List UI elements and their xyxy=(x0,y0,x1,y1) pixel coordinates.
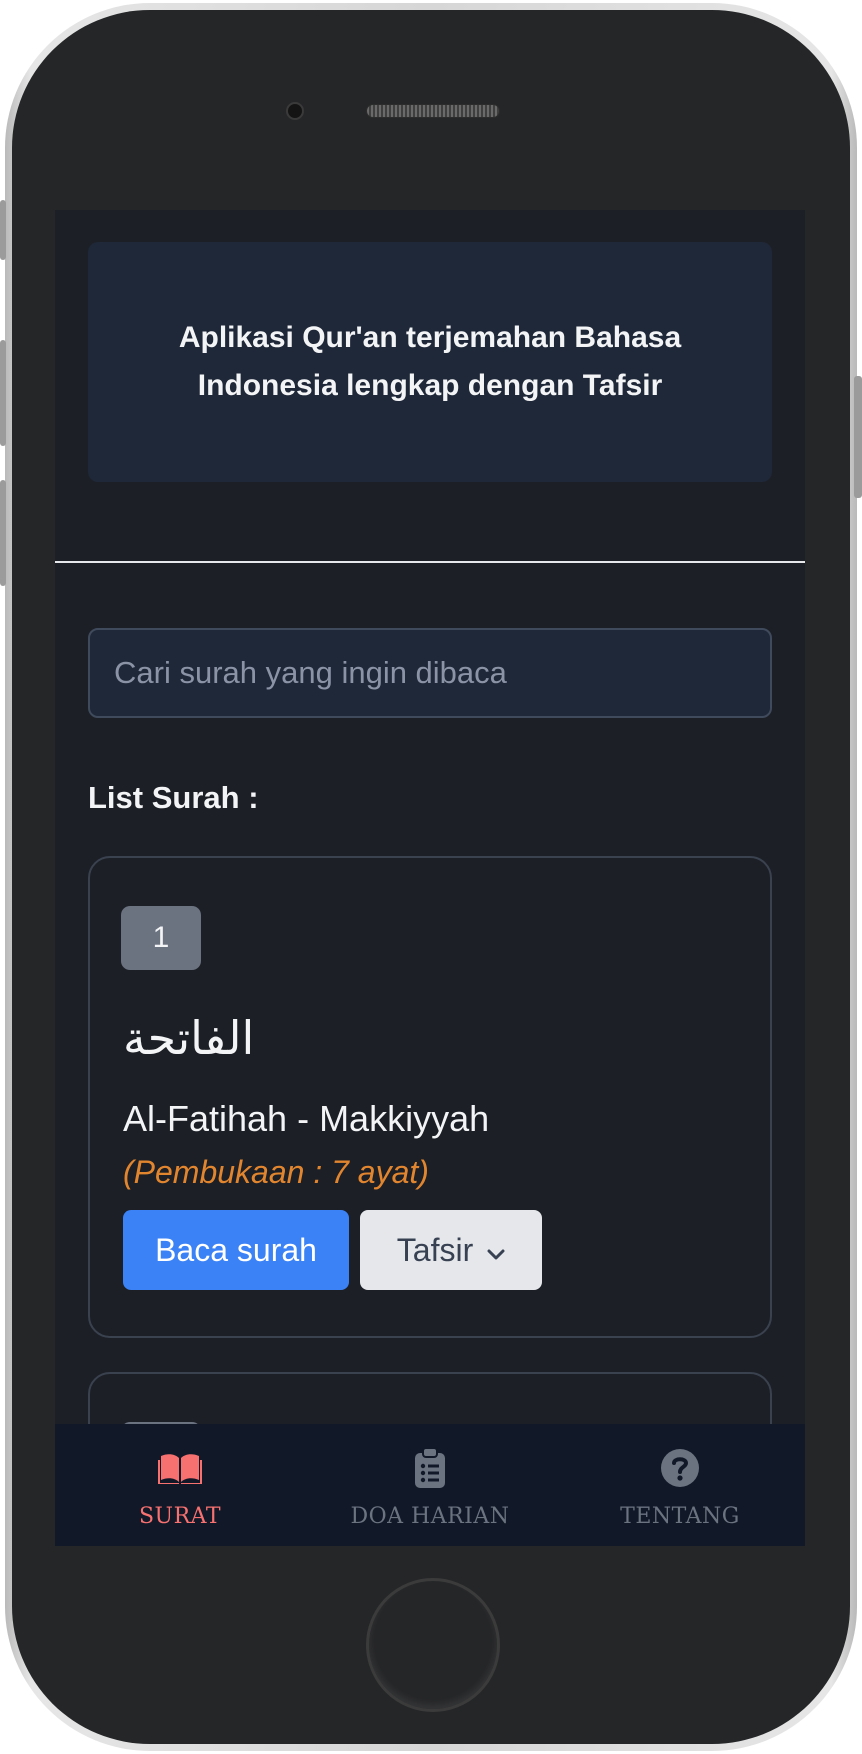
earpiece-speaker xyxy=(366,104,500,118)
bottom-navigation: SURAT DOA HARIAN TENTANG xyxy=(55,1424,805,1546)
nav-item-doa-harian[interactable]: DOA HARIAN xyxy=(305,1424,555,1546)
app-description: Aplikasi Qur'an terjemahan Bahasa Indone… xyxy=(178,321,682,402)
chevron-down-icon xyxy=(487,1232,505,1269)
list-heading: List Surah : xyxy=(88,780,259,815)
home-button[interactable] xyxy=(366,1578,500,1712)
surah-arabic-name: الفاتحة xyxy=(123,1011,255,1065)
question-circle-icon xyxy=(658,1446,702,1490)
clipboard-list-icon xyxy=(408,1446,452,1490)
surah-number-badge: 1 xyxy=(121,906,201,970)
nav-item-tentang[interactable]: TENTANG xyxy=(555,1424,805,1546)
nav-label-doa-harian: DOA HARIAN xyxy=(350,1504,510,1529)
power-button xyxy=(854,376,862,498)
tafsir-dropdown-button[interactable]: Tafsir xyxy=(360,1210,542,1290)
surah-name-place: Al-Fatihah - Makkiyyah xyxy=(123,1098,490,1139)
front-camera xyxy=(286,102,304,120)
nav-label-surat: SURAT xyxy=(138,1504,222,1529)
silent-switch xyxy=(0,200,6,260)
header-divider xyxy=(55,561,805,563)
tafsir-button-label: Tafsir xyxy=(396,1231,474,1268)
search-input[interactable] xyxy=(88,628,772,718)
nav-item-surat[interactable]: SURAT xyxy=(55,1424,305,1546)
surah-card: 1 الفاتحة Al-Fatihah - Makkiyyah (Pembuk… xyxy=(88,856,772,1338)
surah-meaning-ayat: (Pembukaan : 7 ayat) xyxy=(123,1154,429,1190)
volume-up-button xyxy=(0,340,6,446)
app-description-banner: Aplikasi Qur'an terjemahan Bahasa Indone… xyxy=(88,242,772,482)
book-open-icon xyxy=(158,1446,202,1490)
nav-label-tentang: TENTANG xyxy=(620,1504,740,1529)
volume-down-button xyxy=(0,480,6,586)
app-screen: Aplikasi Qur'an terjemahan Bahasa Indone… xyxy=(55,210,805,1546)
read-surah-button[interactable]: Baca surah xyxy=(123,1210,349,1290)
